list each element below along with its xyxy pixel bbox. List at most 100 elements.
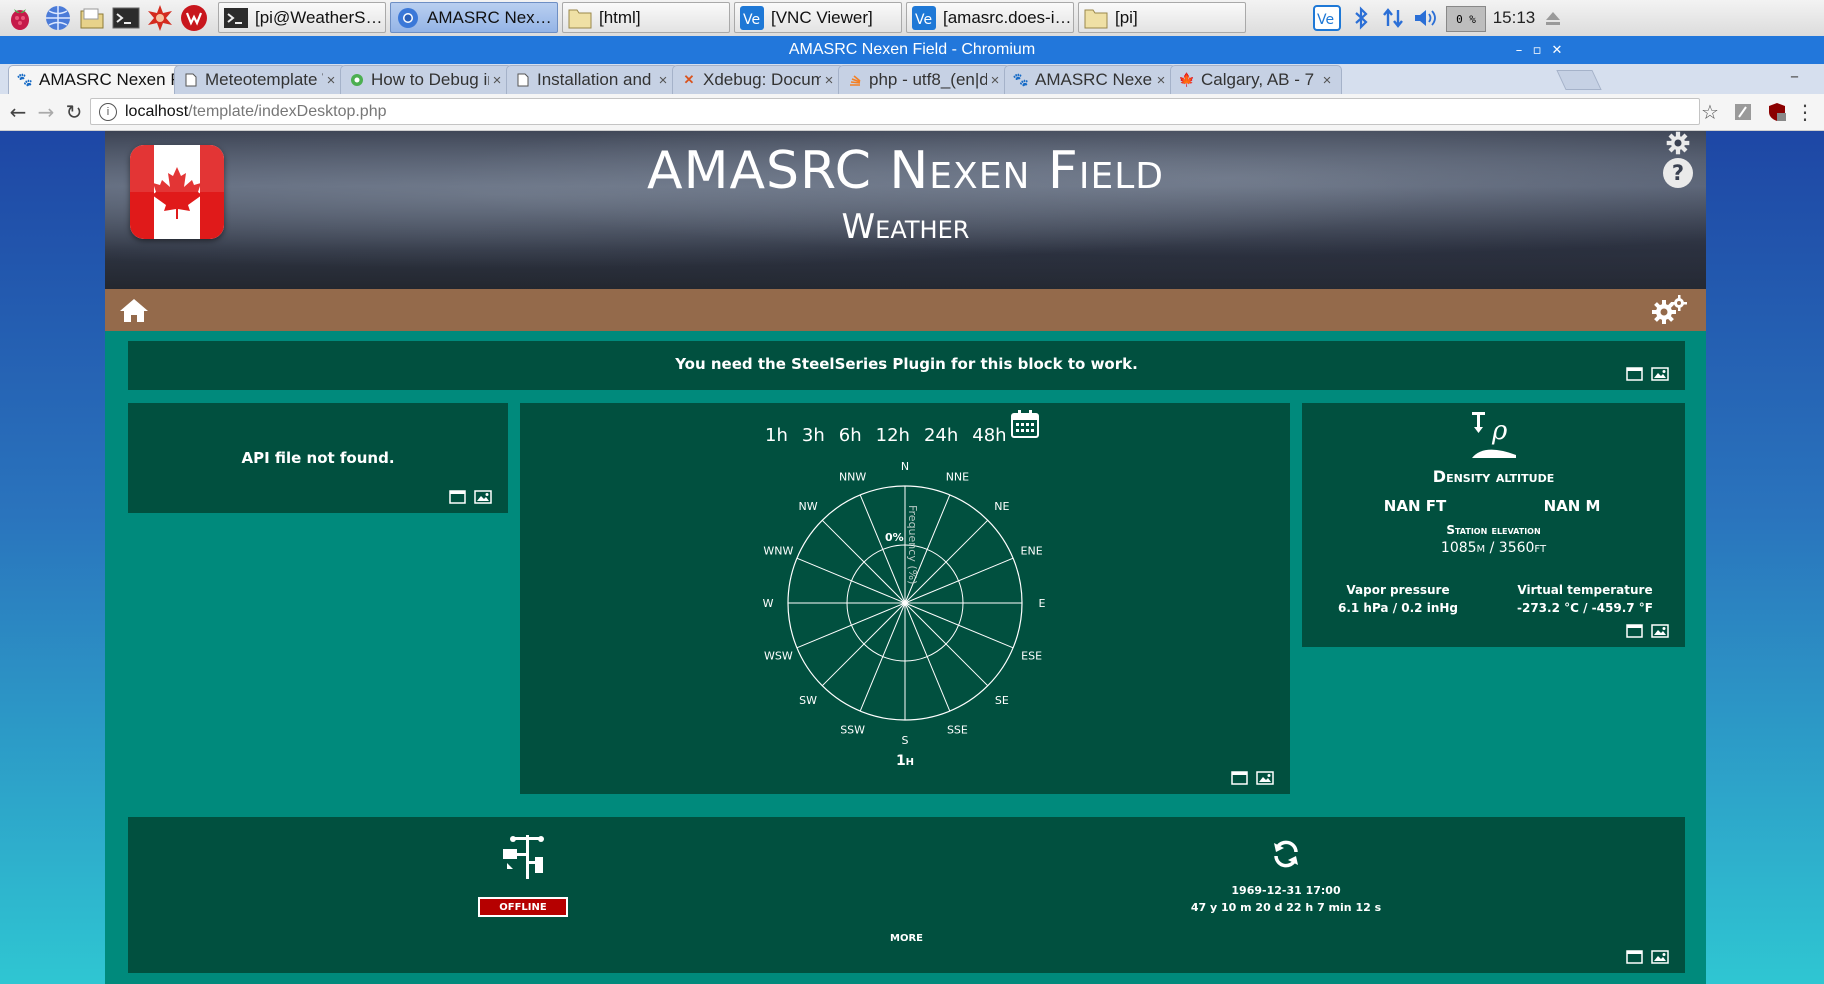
maximize-block-icon[interactable] [1626,366,1643,385]
refresh-icon[interactable] [1271,839,1301,873]
maximize-block-icon[interactable] [1626,623,1643,642]
tab-xdebug[interactable]: ✕ Xdebug: Documen × [672,65,844,94]
maximize-button[interactable]: ▫ [1526,36,1548,64]
menu-kebab-icon[interactable]: ⋮ [1792,98,1818,126]
rose-spoke [904,602,989,687]
back-button[interactable]: ← [4,98,32,126]
taskbar: [pi@WeatherStation: ... AMASRC Nexen Fie… [0,0,1824,37]
image-icon[interactable] [474,489,492,508]
settings-gear-icon[interactable] [1661,131,1695,159]
range-12h[interactable]: 12h [876,425,910,446]
vapor-pressure-label: Vapor pressure [1346,583,1450,597]
range-24h[interactable]: 24h [924,425,958,446]
help-icon[interactable]: ? [1662,157,1694,193]
range-48h[interactable]: 48h [972,425,1006,446]
tab-minimize-icon[interactable]: – [1790,66,1812,90]
more-link[interactable]: MORE [128,933,1685,944]
bookmark-star-icon[interactable]: ☆ [1698,98,1722,126]
close-tab-icon[interactable]: × [323,72,339,89]
block-controls [1626,949,1669,968]
bluetooth-icon[interactable] [1350,4,1372,32]
svg-text:Ve: Ve [915,12,932,28]
address-bar[interactable]: i localhost/template/indexDesktop.php [90,98,1700,125]
x-icon: ✕ [683,72,695,87]
eject-icon[interactable] [1540,4,1566,32]
range-3h[interactable]: 3h [802,425,825,446]
tab-label: AMASRC Nexen Fi [39,70,183,89]
forward-button[interactable]: → [32,98,60,126]
gears-icon[interactable] [1651,294,1689,330]
maximize-block-icon[interactable] [1626,949,1643,968]
network-icon[interactable] [1380,4,1406,32]
tab-amasrc-2[interactable]: 🐾 AMASRC Nexen Fi × [1004,65,1176,94]
block-controls [449,489,492,508]
window-title: AMASRC Nexen Field... [427,7,557,27]
window-title: [pi] [1115,7,1138,27]
rose-direction-label: WSW [764,649,793,662]
close-tab-icon[interactable]: × [489,72,505,89]
svg-text:ρ: ρ [1491,416,1508,446]
close-tab-icon[interactable]: × [655,72,671,89]
info-icon[interactable]: i [99,102,117,121]
image-icon[interactable] [1256,770,1274,789]
wind-rose-chart: NNNENEENEEESESESSESSSWSWWSWWWNWNWNNW 0% … [763,460,1046,747]
density-altitude-panel: ρ Density altitude NAN FT NAN M Station … [1302,403,1685,647]
tab-label: How to Debug in F [371,70,489,89]
taskbar-window-html[interactable]: [html] [562,2,730,33]
tab-label: Calgary, AB - 7 Day [1201,70,1319,89]
window-title: [pi@WeatherStation: ... [255,7,385,27]
density-altitude-ft: NAN FT [1383,497,1447,515]
range-6h[interactable]: 6h [839,425,862,446]
close-tab-icon[interactable]: × [1153,72,1169,89]
taskbar-window-chromium[interactable]: AMASRC Nexen Field... [390,2,558,33]
density-altitude-title: Density altitude [1432,467,1555,486]
image-icon[interactable] [1651,366,1669,385]
math-app-icon[interactable] [146,4,174,32]
rose-axis-label: Frequency (%) [906,505,919,584]
last-update-date: 1969-12-31 17:00 [1231,884,1341,897]
taskbar-window-vnc-remote[interactable]: Ve [amasrc.does-it.net (... [906,2,1074,33]
tab-php[interactable]: php - utf8_(en|de)c × [838,65,1010,94]
reload-button[interactable]: ↻ [60,98,88,126]
tab-installation[interactable]: Installation and c × [506,65,678,94]
weather-station-icon [501,831,553,885]
extension-icon[interactable] [1730,98,1756,126]
vnc-tray-icon[interactable]: Ve [1312,4,1342,32]
maple-icon: 🍁 [1178,72,1196,87]
chromium-icon [393,4,423,32]
rose-spoke [821,602,906,687]
image-icon[interactable] [1651,623,1669,642]
close-tab-icon[interactable]: × [987,72,1003,89]
terminal-launcher-icon[interactable] [112,4,140,32]
maximize-block-icon[interactable] [449,489,466,508]
wolfram-icon[interactable] [180,4,208,32]
station-status-panel: OFFLINE 1969-12-31 17:00 47 y 10 m 20 d … [128,817,1685,973]
rose-direction-label: WNW [763,545,793,558]
browser-launcher-icon[interactable] [44,4,72,32]
vnc-icon: Ve [909,4,939,32]
tab-calgary[interactable]: 🍁 Calgary, AB - 7 Day × [1170,65,1342,94]
home-icon[interactable] [119,297,149,327]
file-manager-icon[interactable] [78,4,106,32]
ublock-icon[interactable] [1764,98,1790,126]
folder-icon [1081,4,1111,32]
image-icon[interactable] [1651,949,1669,968]
close-tab-icon[interactable]: × [821,72,837,89]
range-1h[interactable]: 1h [765,425,788,446]
taskbar-window-terminal[interactable]: [pi@WeatherStation: ... [218,2,386,33]
virtual-temperature-value: -273.2 °C / -459.7 °F [1517,601,1653,615]
taskbar-window-vnc[interactable]: Ve [VNC Viewer] [734,2,902,33]
clock[interactable]: 15:13 [1490,4,1538,32]
close-button[interactable]: ✕ [1546,36,1568,64]
maximize-block-icon[interactable] [1231,770,1248,789]
vapor-pressure-value: 6.1 hPa / 0.2 inHg [1337,601,1458,615]
calendar-icon[interactable] [1010,409,1040,443]
volume-icon[interactable] [1412,4,1440,32]
close-tab-icon[interactable]: × [1319,72,1335,89]
window-title: AMASRC Nexen Field - Chromium [788,41,1036,58]
tab-meteotemplate[interactable]: Meteotemplate Wi × [174,65,346,94]
tab-debug[interactable]: How to Debug in F × [340,65,512,94]
virtual-temperature-label: Virtual temperature [1517,583,1653,597]
raspberry-menu-icon[interactable] [6,4,34,32]
taskbar-window-pi[interactable]: [pi] [1078,2,1246,33]
